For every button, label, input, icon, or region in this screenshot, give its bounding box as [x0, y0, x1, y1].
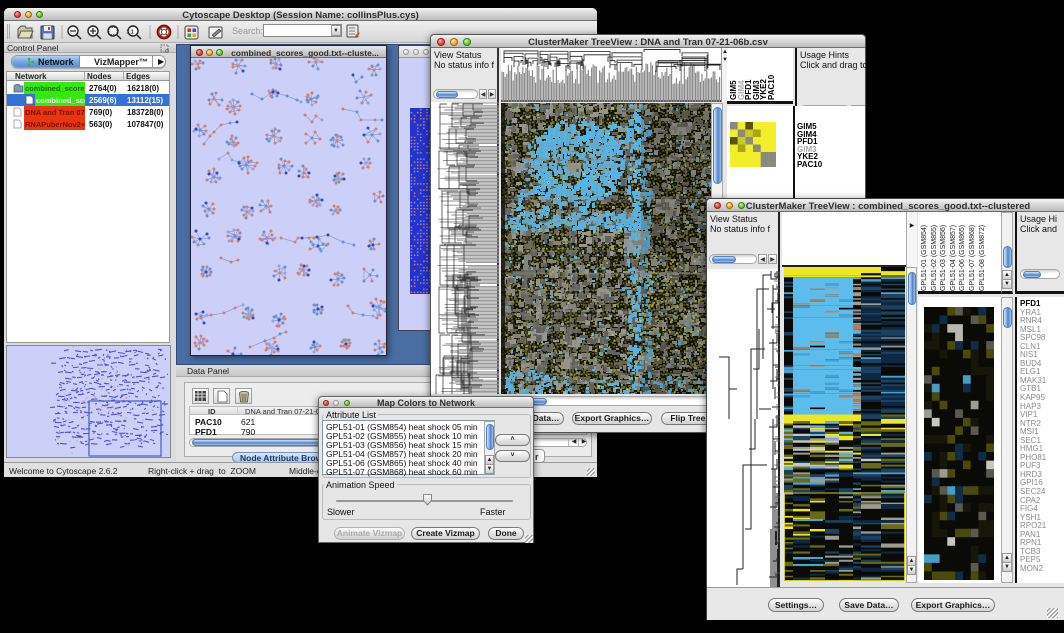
svg-text:1:1: 1:1	[126, 30, 133, 36]
